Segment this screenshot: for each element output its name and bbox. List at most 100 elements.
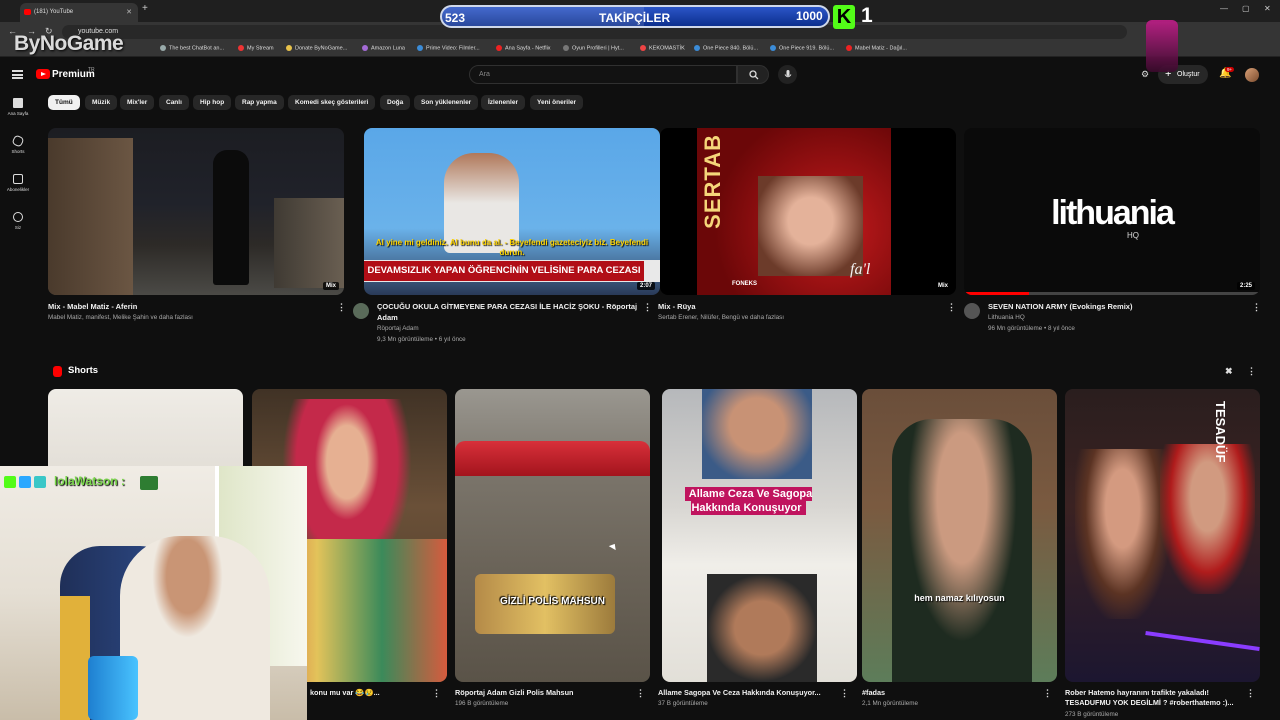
more-options-icon[interactable]: ⋮ (840, 688, 849, 699)
video-title[interactable]: Mix - Rüya (658, 302, 696, 312)
browser-tab[interactable]: (181) YouTube ✕ (20, 3, 138, 22)
bookmark[interactable]: One Piece 840. Bölü... (694, 45, 758, 51)
video-channel[interactable]: Mabel Matiz, manifest, Melike Şahin ve d… (48, 313, 193, 323)
dismiss-shorts-icon[interactable]: ✖ (1225, 366, 1233, 377)
short-caption: Allame Ceza Ve Sagopa Hakkında Konuşuyor (676, 487, 821, 515)
short-thumbnail[interactable]: GİZLİ POLİS MAHSUN (455, 389, 650, 682)
close-window-icon[interactable]: ✕ (1264, 4, 1271, 13)
chip-mixes[interactable]: Mix'ler (120, 95, 155, 110)
more-options-icon[interactable]: ⋮ (337, 302, 346, 313)
video-thumbnail[interactable]: Mix (48, 128, 344, 295)
short-thumbnail[interactable]: Allame Ceza Ve Sagopa Hakkında Konuşuyor (662, 389, 857, 682)
voice-search-button[interactable] (778, 65, 797, 84)
chip-nature[interactable]: Doğa (380, 95, 411, 110)
video-title[interactable]: ÇOCUĞU OKULA GİTMEYENE PARA CEZASI İLE H… (377, 302, 642, 312)
short-title[interactable]: #fadas (862, 688, 885, 698)
follower-goal: 1000 (796, 9, 823, 23)
emote-icon (140, 476, 158, 490)
short-views: 196 B görüntüleme (455, 700, 509, 707)
chip-music[interactable]: Müzik (85, 95, 118, 110)
video-title-line2[interactable]: Adam (377, 313, 398, 323)
chip-live[interactable]: Canlı (159, 95, 189, 110)
chip-new[interactable]: Yeni öneriler (530, 95, 584, 110)
short-title[interactable]: Röportaj Adam Gizli Polis Mahsun (455, 688, 574, 698)
sidebar-item-you[interactable]: Siz (0, 212, 36, 230)
moderator-badge-icon (34, 476, 46, 488)
more-options-icon[interactable]: ⋮ (636, 688, 645, 699)
bookmark[interactable]: Amazon Luna (362, 45, 405, 51)
short-views: 37 B görüntüleme (658, 700, 708, 707)
mix-badge: Mix (934, 282, 951, 290)
cover-signature: fa'l (850, 261, 871, 278)
video-channel[interactable]: Sertab Erener, Nilüfer, Bengü ve daha fa… (658, 313, 784, 323)
stream-watermark: ByNoGame (14, 32, 124, 55)
bookmark[interactable]: The best ChatBot an... (160, 45, 224, 51)
chip-all[interactable]: Tümü (48, 95, 80, 110)
video-title[interactable]: Mix - Mabel Matiz - Aferin (48, 302, 328, 312)
short-tag: TESADÜF (1213, 401, 1228, 463)
cover-label: FONEKS (732, 281, 758, 287)
bookmark[interactable]: Prime Video: Filmler... (417, 45, 480, 51)
video-channel[interactable]: Lithuania HQ (988, 313, 1025, 323)
thumbnail-banner: DEVAMSIZLIK YAPAN ÖĞRENCİNİN VELİSİNE PA… (364, 261, 644, 281)
more-options-icon[interactable]: ⋮ (1252, 302, 1261, 313)
search-input[interactable]: Ara (469, 65, 737, 84)
bookmark[interactable]: Oyun Profilleri | Hyt... (563, 45, 624, 51)
notification-badge: 9+ (1225, 67, 1235, 72)
menu-icon[interactable] (12, 70, 23, 79)
subscriptions-icon (13, 174, 23, 184)
channel-avatar[interactable] (964, 303, 980, 319)
minimize-icon[interactable]: — (1220, 4, 1228, 13)
more-options-icon[interactable]: ⋮ (1043, 688, 1052, 699)
sidebar-item-label: Abonelikler (6, 187, 30, 192)
video-title[interactable]: SEVEN NATION ARMY (Evokings Remix) (988, 302, 1132, 312)
maximize-icon[interactable]: ▢ (1242, 4, 1250, 13)
chip-comedy[interactable]: Komedi skeç gösterileri (288, 95, 376, 110)
follower-current: 523 (445, 11, 466, 25)
you-icon (13, 212, 23, 222)
sidebar-item-home[interactable]: Ana Sayfa (0, 98, 36, 116)
channel-avatar[interactable] (353, 303, 369, 319)
video-thumbnail[interactable]: Al yine mi geldiniz. Al bunu da al. - Be… (364, 128, 660, 295)
avatar[interactable] (1245, 68, 1259, 82)
close-tab-icon[interactable]: ✕ (126, 3, 132, 22)
bookmark[interactable]: Ana Sayfa - Netflix (496, 45, 551, 51)
search-button[interactable] (737, 65, 769, 84)
chat-username: lolaWatson : (54, 474, 125, 488)
more-options-icon[interactable]: ⋮ (947, 302, 956, 313)
youtube-favicon-icon (24, 9, 31, 15)
video-channel[interactable]: Röportaj Adam (377, 324, 419, 334)
short-title[interactable]: Allame Sagopa Ve Ceza Hakkında Konuşuyor… (658, 688, 821, 698)
new-tab-icon[interactable]: + (142, 3, 148, 14)
more-options-icon[interactable]: ⋮ (1247, 366, 1256, 377)
youtube-logo-icon[interactable] (36, 69, 50, 79)
watch-progress-bar (964, 292, 1260, 295)
chip-hiphop[interactable]: Hip hop (193, 95, 232, 110)
chip-recent[interactable]: Son yüklenenler (414, 95, 479, 110)
chip-rap[interactable]: Rap yapma (235, 95, 284, 110)
bookmark[interactable]: Donate ByNoGame... (286, 45, 347, 51)
sidebar-item-label: Ana Sayfa (7, 111, 29, 116)
video-thumbnail[interactable]: lithuania HQ 2:25 (964, 128, 1260, 295)
sidebar-item-shorts[interactable]: Shorts (0, 134, 36, 154)
thumbnail-logo-sub: HQ (1127, 231, 1139, 240)
search-icon (749, 70, 759, 80)
bookmark[interactable]: One Piece 919. Bölü... (770, 45, 834, 51)
chip-watched[interactable]: İzlenenler (481, 95, 525, 110)
follower-goal-bar: 523 TAKİPÇİLER (440, 5, 830, 28)
thumbnail-subtitle: Al yine mi geldiniz. Al bunu da al. - Be… (375, 238, 649, 257)
more-options-icon[interactable]: ⋮ (643, 302, 652, 313)
short-thumbnail[interactable]: hem namaz kılıyosun (862, 389, 1057, 682)
subscriber-badge-icon (19, 476, 31, 488)
short-title[interactable]: Rober Hatemo hayranını trafikte yakaladı… (1065, 688, 1240, 708)
bookmark[interactable]: KEKOMASTİK (640, 45, 685, 51)
sidebar-item-subscriptions[interactable]: Abonelikler (0, 174, 36, 192)
bookmark[interactable]: Mabel Matiz - Dağıl... (846, 45, 907, 51)
short-title[interactable]: konu mu var 😂😢... (310, 688, 380, 698)
more-options-icon[interactable]: ⋮ (1246, 688, 1255, 699)
short-thumbnail[interactable]: TESADÜF (1065, 389, 1260, 682)
video-thumbnail[interactable]: SERTAB FONEKS fa'l Mix (660, 128, 956, 295)
bookmark[interactable]: My Stream (238, 45, 274, 51)
sidebar-item-label: Siz (14, 225, 22, 230)
more-options-icon[interactable]: ⋮ (432, 688, 441, 699)
